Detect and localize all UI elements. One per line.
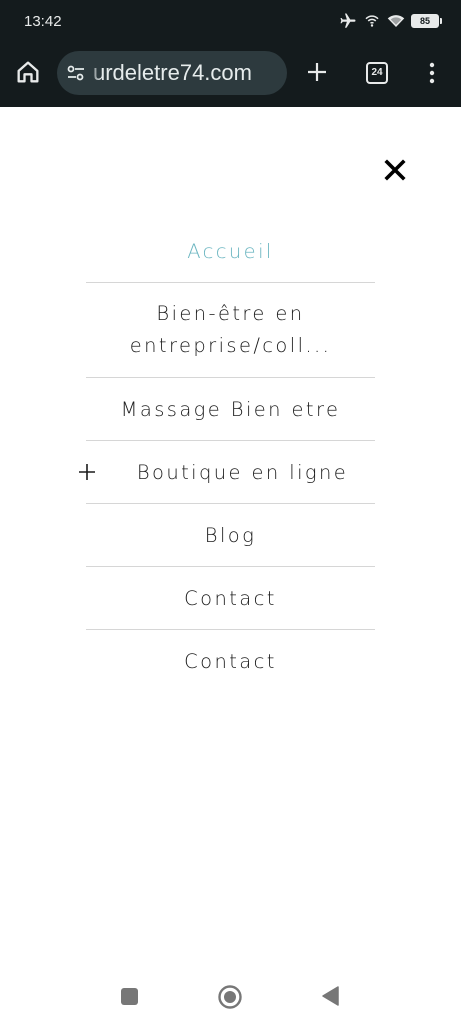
menu-item-contact[interactable]: Contact bbox=[86, 567, 375, 630]
home-icon[interactable] bbox=[14, 58, 42, 86]
airplane-icon bbox=[340, 13, 356, 28]
home-circle-icon[interactable] bbox=[217, 984, 243, 1010]
status-icons: 85 bbox=[339, 12, 442, 30]
menu-item-contact-2[interactable]: Contact bbox=[86, 630, 375, 692]
menu-item-label[interactable]: Blog bbox=[205, 524, 256, 547]
expand-plus-icon[interactable] bbox=[77, 462, 97, 482]
hotspot-icon bbox=[365, 15, 379, 27]
site-settings-icon[interactable] bbox=[66, 63, 86, 83]
menu-item-boutique[interactable]: Boutique en ligne bbox=[79, 441, 375, 504]
status-time: 13:42 bbox=[24, 13, 62, 30]
tabs-icon[interactable]: 24 bbox=[366, 62, 388, 84]
battery-icon: 85 bbox=[411, 14, 442, 28]
wifi-icon bbox=[387, 15, 405, 27]
more-icon[interactable] bbox=[426, 61, 438, 85]
url-text[interactable]: urdeletre74.com bbox=[93, 60, 252, 86]
menu-item-label[interactable]: Contact bbox=[184, 587, 277, 610]
menu-item-accueil[interactable]: Accueil bbox=[86, 220, 375, 283]
nav-menu: Accueil Bien-être en entreprise/coll... … bbox=[79, 220, 375, 692]
new-tab-icon[interactable] bbox=[305, 60, 329, 84]
url-fade bbox=[87, 51, 101, 95]
menu-item-bien-etre-entreprise[interactable]: Bien-être en entreprise/coll... bbox=[86, 283, 375, 378]
close-icon[interactable] bbox=[380, 155, 410, 185]
menu-item-label[interactable]: Accueil bbox=[187, 240, 273, 263]
menu-item-blog[interactable]: Blog bbox=[86, 504, 375, 567]
recents-icon[interactable] bbox=[121, 988, 138, 1005]
browser-chrome: 13:42 85 urdeletre74.com 24 bbox=[0, 0, 461, 107]
menu-item-label[interactable]: Massage Bien etre bbox=[121, 398, 341, 421]
menu-item-label[interactable]: Boutique en ligne bbox=[137, 461, 348, 484]
menu-item-label[interactable]: Bien-être en entreprise/coll... bbox=[111, 298, 351, 362]
menu-item-label[interactable]: Contact bbox=[184, 650, 277, 673]
menu-item-massage[interactable]: Massage Bien etre bbox=[86, 378, 375, 441]
url-bar[interactable]: urdeletre74.com bbox=[57, 51, 287, 95]
back-icon[interactable] bbox=[320, 985, 340, 1007]
system-nav-bar bbox=[0, 965, 461, 1024]
